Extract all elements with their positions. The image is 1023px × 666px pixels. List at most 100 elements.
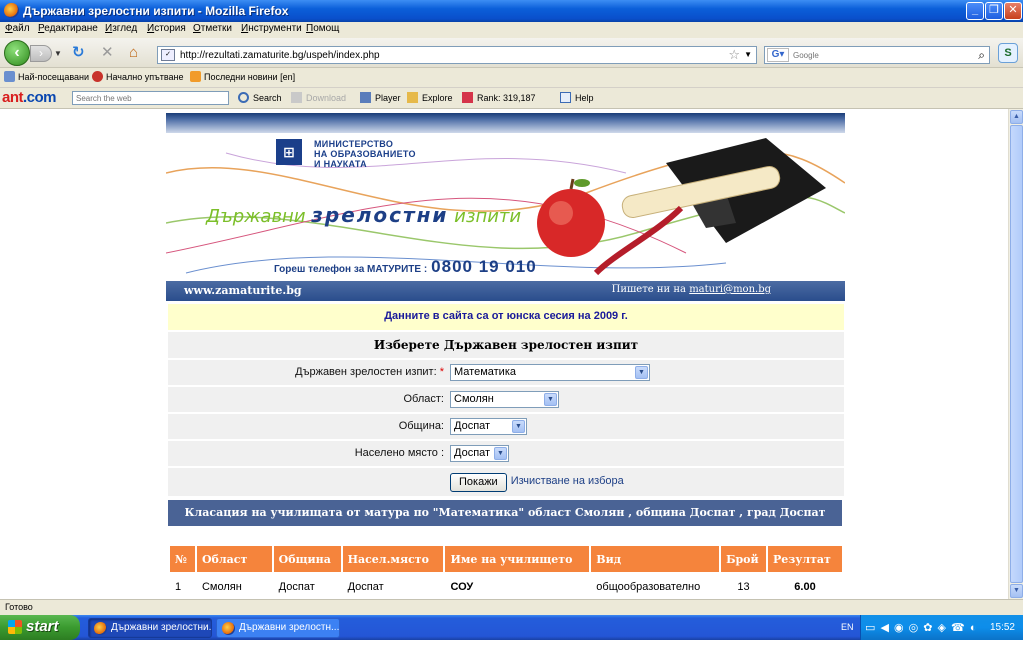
- address-bar[interactable]: ✓ http://rezultati.zamaturite.bg/uspeh/i…: [157, 46, 757, 64]
- ant-download-button[interactable]: Download: [291, 92, 346, 103]
- col-number-header: №: [170, 546, 195, 572]
- bookmark-latest-news[interactable]: Последни новини [en]: [190, 71, 295, 82]
- search-icon[interactable]: ⌕: [978, 48, 985, 63]
- mail-icon: [560, 92, 571, 103]
- results-header-row: № Област Община Насел.място Име на учили…: [170, 546, 842, 572]
- show-button[interactable]: Покажи: [450, 473, 507, 492]
- stop-icon[interactable]: ✕: [101, 45, 114, 60]
- vertical-scrollbar[interactable]: ▲ ▼: [1008, 109, 1023, 599]
- cell-school: СОУ: [450, 581, 474, 593]
- bookmark-star-icon[interactable]: ☆: [728, 47, 740, 63]
- col-result-header: Резултат: [768, 546, 842, 572]
- bookmark-folder-icon: [4, 71, 15, 82]
- reload-icon[interactable]: ↻: [72, 45, 85, 60]
- exam-select[interactable]: Математика ▼: [450, 364, 650, 381]
- site-url-text: www.zamaturite.bg: [184, 284, 302, 297]
- search-input[interactable]: [793, 49, 963, 61]
- status-bar: Готово: [0, 599, 1023, 615]
- firefox-icon: [222, 622, 235, 635]
- exam-label: Държавен зрелостен изпит: *: [295, 366, 444, 378]
- download-icon: [291, 92, 302, 103]
- site-banner: ⊞ МИНИСТЕРСТВО НА ОБРАЗОВАНИЕТО И НАУКАТ…: [166, 133, 845, 281]
- col-region-header: Област: [196, 546, 272, 572]
- clock: 15:52: [989, 622, 1015, 633]
- ant-player-button[interactable]: Player: [360, 92, 401, 103]
- municipality-label: Община:: [398, 420, 444, 432]
- ant-rank[interactable]: Rank: 319,187: [462, 92, 536, 103]
- site-identity-icon[interactable]: ✓: [161, 49, 175, 61]
- url-dropdown-icon[interactable]: ▼: [744, 50, 752, 59]
- chevron-down-icon[interactable]: ▼: [512, 420, 525, 433]
- window-title: Държавни зрелостни изпити - Mozilla Fire…: [23, 4, 289, 18]
- settlement-label: Населено място :: [354, 447, 444, 459]
- forward-button[interactable]: ›: [30, 45, 52, 62]
- cell-count: 13: [737, 581, 750, 593]
- session-notice: Данните в сайта са от юнска сесия на 200…: [168, 304, 844, 330]
- search-engine-icon[interactable]: G▾: [767, 48, 789, 62]
- back-button[interactable]: ‹: [4, 40, 30, 66]
- region-select[interactable]: Смолян ▼: [450, 391, 559, 408]
- page-container: ⊞ МИНИСТЕРСТВО НА ОБРАЗОВАНИЕТО И НАУКАТ…: [166, 109, 845, 599]
- ant-help-button[interactable]: Help: [560, 92, 594, 103]
- firefox-icon: [94, 622, 107, 635]
- page-viewport: ⊞ МИНИСТЕРСТВО НА ОБРАЗОВАНИЕТО И НАУКАТ…: [0, 109, 1008, 599]
- menu-file[interactable]: Файл: [5, 23, 30, 34]
- menu-help[interactable]: Помощ: [306, 23, 339, 34]
- chevron-down-icon[interactable]: ▼: [544, 393, 557, 406]
- ranking-title-bar: Класация на училищата от матура по "Мате…: [168, 500, 842, 526]
- navigation-toolbar: ‹ › ▼ ↻ ✕ ⌂ ✓ http://rezultati.zamaturit…: [0, 38, 1023, 68]
- col-count-header: Брой: [721, 546, 767, 572]
- search-bar[interactable]: G▾ ⌕: [764, 46, 990, 64]
- clear-selection-link[interactable]: Изчистване на избора: [511, 475, 624, 487]
- menu-bar: Файл Редактиране Изглед История Отметки …: [0, 22, 1023, 38]
- scroll-down-arrow-icon[interactable]: ▼: [1010, 584, 1023, 598]
- menu-edit[interactable]: Редактиране: [38, 23, 98, 34]
- municipality-select[interactable]: Доспат ▼: [450, 418, 527, 435]
- chevron-down-icon[interactable]: ▼: [494, 447, 507, 460]
- url-text[interactable]: http://rezultati.zamaturite.bg/uspeh/ind…: [180, 50, 380, 61]
- required-marker: *: [439, 366, 444, 378]
- rss-icon: [190, 71, 201, 82]
- tray-icons[interactable]: ▭ ◀ ◉ ◎ ✿ ◈ ☎ ◐: [865, 621, 977, 634]
- exam-row: Държавен зрелостен изпит: * Математика ▼: [168, 360, 844, 385]
- col-municipality-header: Община: [273, 546, 341, 572]
- banner-bottom-strip: www.zamaturite.bg Пишете ни на maturi@mo…: [166, 281, 845, 301]
- scroll-up-arrow-icon[interactable]: ▲: [1010, 110, 1023, 124]
- addon-icon[interactable]: S: [998, 43, 1018, 63]
- bookmark-most-visited[interactable]: Най-посещавани: [4, 71, 89, 82]
- cell-number: 1: [175, 581, 182, 593]
- contact-email-link[interactable]: maturi@mon.bg: [689, 284, 771, 295]
- menu-history[interactable]: История: [147, 23, 186, 34]
- language-indicator[interactable]: EN: [841, 622, 854, 632]
- ant-logo[interactable]: ant.com: [2, 89, 57, 106]
- menu-bookmarks[interactable]: Отметки: [193, 23, 232, 34]
- taskbar-firefox-window-2[interactable]: Държавни зрелостн...: [216, 618, 340, 638]
- ant-search-input[interactable]: [72, 91, 229, 105]
- magnifier-icon: [238, 92, 249, 103]
- settlement-row: Населено място : Доспат ▼: [168, 441, 844, 466]
- start-button[interactable]: start: [0, 615, 80, 640]
- restore-button[interactable]: ❐: [985, 2, 1003, 20]
- menu-tools[interactable]: Инструменти: [241, 23, 302, 34]
- chevron-down-icon[interactable]: ▼: [635, 366, 648, 379]
- menu-view[interactable]: Изглед: [105, 23, 137, 34]
- taskbar-firefox-window-1[interactable]: Държавни зрелостни...: [88, 618, 212, 638]
- actions-row: Покажи Изчистване на избора: [168, 468, 844, 496]
- col-type-header: Вид: [591, 546, 720, 572]
- ant-search-button[interactable]: Search: [238, 92, 282, 103]
- table-row: 1 Смолян Доспат Доспат СОУ общообразоват…: [170, 572, 842, 599]
- region-row: Област: Смолян ▼: [168, 387, 844, 412]
- settlement-select[interactable]: Доспат ▼: [450, 445, 509, 462]
- form-title: Изберете Държавен зрелостен изпит: [168, 332, 844, 358]
- ministry-logo-icon: ⊞: [276, 139, 302, 165]
- scroll-thumb[interactable]: [1010, 125, 1023, 583]
- ant-explore-button[interactable]: Explore: [407, 92, 453, 103]
- cell-result: 6.00: [794, 581, 816, 593]
- minimize-button[interactable]: _: [966, 2, 984, 20]
- bookmark-getting-started[interactable]: Начално упътване: [92, 71, 184, 82]
- close-button[interactable]: ✕: [1004, 2, 1022, 20]
- home-icon[interactable]: ⌂: [129, 45, 138, 60]
- hotline: Гореш телефон за МАТУРИТЕ :0800 19 010: [274, 257, 537, 276]
- history-dropdown-icon[interactable]: ▼: [54, 49, 62, 58]
- status-text: Готово: [5, 602, 33, 612]
